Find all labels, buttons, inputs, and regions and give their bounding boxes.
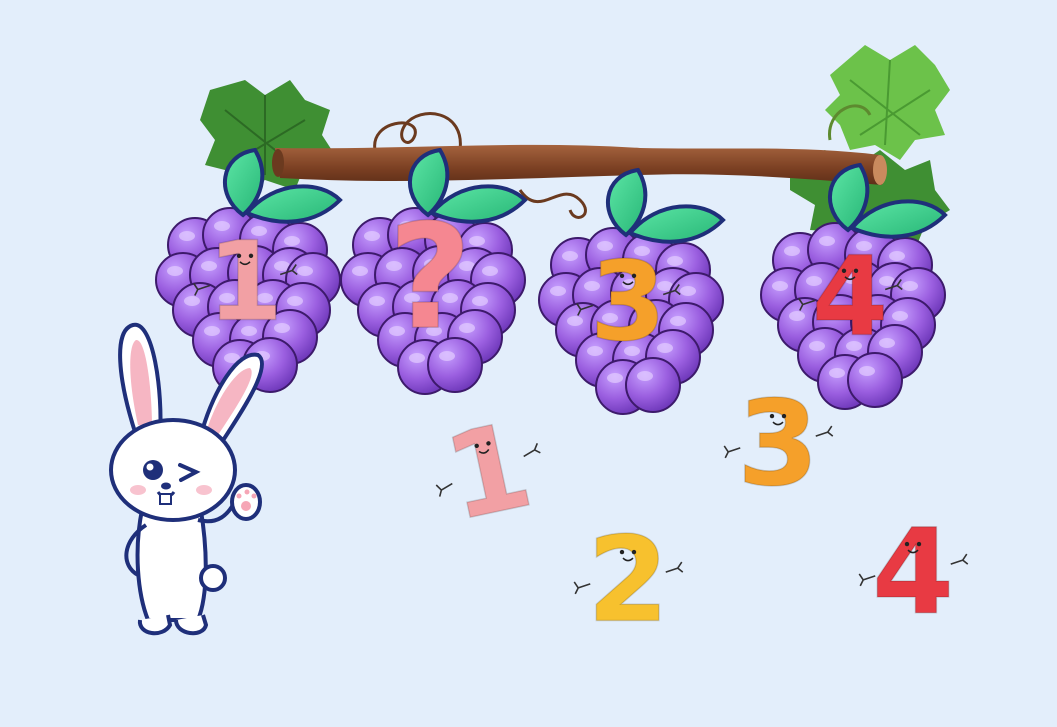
grape-number-1: 1	[193, 217, 298, 346]
grape-number-3: 3	[576, 237, 681, 366]
bunny-character	[109, 322, 265, 636]
answer-option-3-label: 3	[737, 374, 819, 512]
answer-option-2[interactable]: 2	[573, 510, 684, 649]
answer-option-1[interactable]: 1	[421, 393, 556, 551]
answer-option-1-label: 1	[434, 395, 543, 547]
missing-number-slot-label: ?	[388, 193, 472, 362]
grape-number-4-label: 4	[812, 233, 889, 361]
answer-option-4[interactable]: 4	[858, 502, 969, 641]
tendril	[373, 112, 462, 151]
game-stage: 1? 3 4 1234	[0, 0, 1057, 727]
grape-bunch-3: 3	[538, 167, 726, 415]
grape-bunch-2: ?	[340, 147, 528, 395]
answer-option-2-label: 2	[587, 510, 669, 648]
vine-leaf-right-top	[825, 45, 950, 160]
tendril	[518, 189, 587, 219]
scene: 1? 3 4 1234	[109, 45, 969, 649]
grape-number-1-label: 1	[207, 218, 284, 346]
grape-number-3-label: 3	[590, 238, 667, 366]
answer-option-3[interactable]: 3	[723, 374, 834, 513]
answer-option-4-label: 4	[872, 502, 954, 640]
grape-number-4: 4	[798, 232, 903, 361]
grape-bunch-4: 4	[760, 162, 948, 410]
missing-number-slot[interactable]: ?	[387, 192, 473, 363]
